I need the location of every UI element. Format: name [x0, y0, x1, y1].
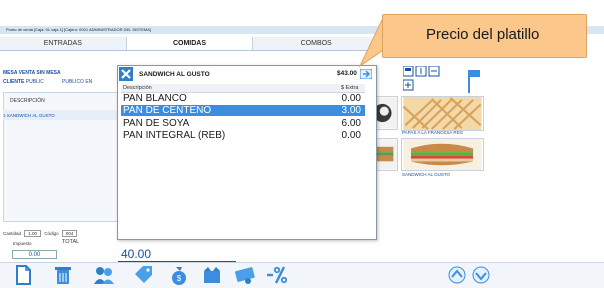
trash-icon[interactable]	[52, 264, 74, 286]
option-row[interactable]: PAN BLANCO 0.00	[121, 93, 365, 104]
food-thumb-partial-1[interactable]	[376, 96, 398, 130]
option-description: PAN INTEGRAL (REB)	[123, 130, 226, 141]
column-extra: $ Extra	[341, 85, 359, 91]
window-title: Punto de venta [Caja: 01 caja 1] [Cajero…	[6, 27, 152, 32]
option-row[interactable]: PAN DE SOYA 6.00	[121, 118, 365, 129]
mesa-label: MESA VENTA SIN MESA	[3, 70, 61, 76]
scroll-up-icon[interactable]	[446, 264, 468, 286]
money-bag-icon[interactable]: $	[168, 264, 190, 286]
wallet-icon[interactable]	[201, 264, 223, 286]
layout-icons[interactable]	[403, 66, 453, 94]
option-extra-price: 3.00	[341, 105, 361, 116]
food-thumb-papas[interactable]	[401, 96, 484, 131]
category-tabs: ENTRADAS COMIDAS COMBOS	[0, 37, 381, 51]
option-extra-price: 0.00	[341, 130, 361, 141]
menu-item-label: PAPAS A LA FRANCESA REG	[402, 130, 464, 135]
option-description: PAN BLANCO	[123, 93, 187, 104]
option-description: PAN DE CENTENO	[123, 105, 212, 116]
tab-entradas[interactable]: ENTRADAS	[0, 37, 127, 50]
codigo-label: Código	[44, 231, 59, 236]
options-grid-header	[121, 84, 365, 93]
tab-comidas[interactable]: COMIDAS	[126, 37, 254, 50]
cliente-line: CLIENTE PUBLIC	[3, 79, 44, 85]
flag-icon[interactable]	[466, 68, 482, 94]
bottom-toolbar	[0, 262, 604, 288]
impuesto-label: Impuesto	[13, 241, 32, 246]
confirm-arrow-icon[interactable]	[360, 69, 372, 79]
order-column-header: DESCRIPCIÓN	[10, 98, 45, 104]
option-extra-price: 0.00	[341, 93, 361, 104]
cantidad-label: Cantidad	[3, 231, 22, 236]
cantidad-field[interactable]: 1.00	[24, 230, 42, 237]
option-extra-price: 6.00	[341, 118, 361, 129]
codigo-field[interactable]: 004	[61, 230, 78, 237]
users-icon[interactable]	[93, 264, 115, 286]
cliente-value: PUBLIC	[25, 79, 44, 85]
new-document-icon[interactable]	[12, 264, 34, 286]
close-icon[interactable]	[119, 67, 133, 81]
svg-text:$: $	[177, 274, 182, 283]
scroll-down-icon[interactable]	[470, 264, 492, 286]
column-description: Descripción	[123, 85, 152, 91]
option-row[interactable]: PAN INTEGRAL (REB) 0.00	[121, 130, 365, 141]
option-row-selected[interactable]: PAN DE CENTENO 3.00	[121, 105, 365, 116]
menu-item-label: SANDWICH AL GUSTO	[402, 172, 451, 177]
cantidad-row: Cantidad 1.00 Código 004	[3, 230, 79, 237]
option-description: PAN DE SOYA	[123, 118, 190, 129]
dialog-title: SANDWICH AL GUSTO	[139, 71, 210, 78]
discount-tag-icon[interactable]	[132, 264, 154, 286]
dialog-price: $43.00	[337, 70, 357, 77]
food-thumb-sandwich[interactable]	[401, 138, 484, 171]
cliente-extra: PUBLICO EN	[62, 79, 93, 85]
impuesto-value: 0.00	[12, 250, 57, 259]
order-item-label: 1 SANDWICH AL GUSTO	[3, 113, 55, 118]
cliente-label: CLIENTE	[3, 79, 25, 85]
coupon-icon[interactable]	[234, 264, 256, 286]
food-thumb-partial-2[interactable]	[376, 138, 398, 171]
percent-discount-icon[interactable]	[266, 264, 288, 286]
total-value: 40.00	[121, 247, 152, 261]
callout-text: Precio del platillo	[426, 26, 540, 43]
total-label: TOTAL	[62, 239, 80, 245]
